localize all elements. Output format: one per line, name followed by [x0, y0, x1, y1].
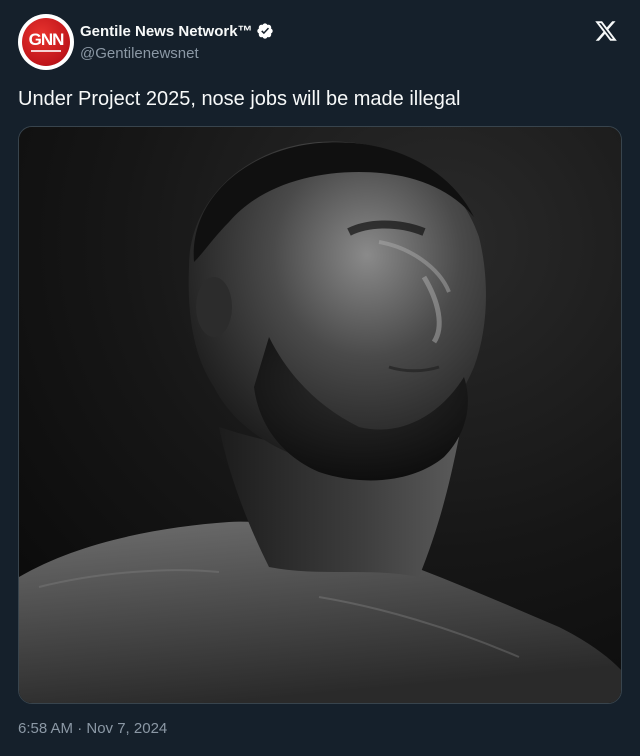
- verified-badge-icon: [256, 22, 274, 40]
- account-handle[interactable]: @Gentilenewsnet: [80, 45, 199, 62]
- media-photo-illustration: [19, 127, 621, 703]
- x-logo-icon[interactable]: [594, 19, 618, 43]
- tweet-card: GNN Gentile News Network™ @Gentilenewsne…: [0, 0, 640, 756]
- tweet-header: GNN Gentile News Network™ @Gentilenewsne…: [18, 14, 622, 70]
- tweet-timestamp[interactable]: 6:58 AM · Nov 7, 2024: [18, 720, 167, 737]
- avatar-underline: [31, 50, 61, 52]
- avatar-logo: GNN: [22, 18, 70, 66]
- avatar[interactable]: GNN: [18, 14, 74, 70]
- tweet-text: Under Project 2025, nose jobs will be ma…: [18, 88, 461, 110]
- display-name[interactable]: Gentile News Network™: [80, 23, 253, 40]
- name-row: Gentile News Network™: [80, 21, 274, 41]
- tweet-media-image[interactable]: [18, 126, 622, 704]
- avatar-text: GNN: [28, 30, 65, 49]
